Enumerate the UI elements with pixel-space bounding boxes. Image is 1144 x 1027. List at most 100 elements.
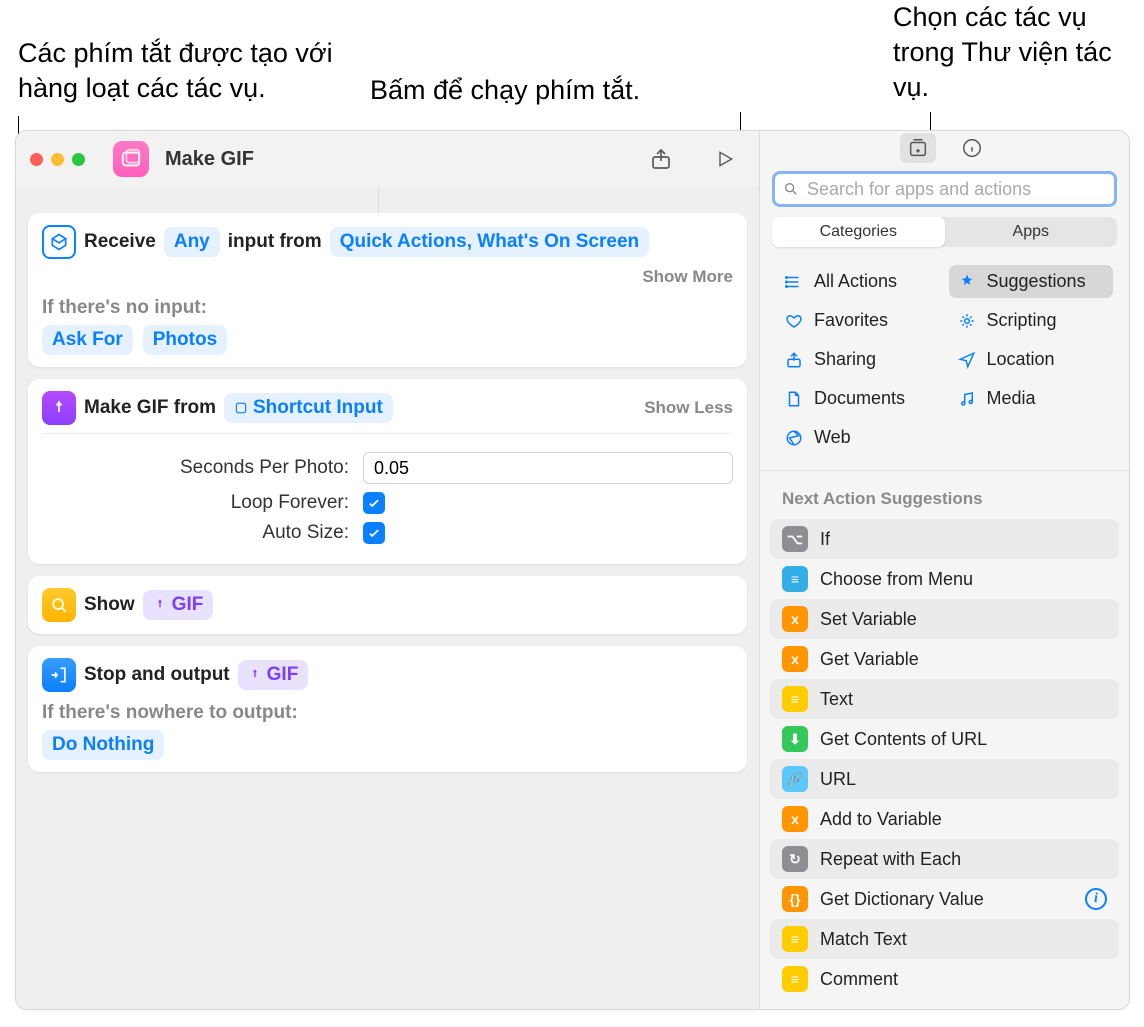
var-text: GIF — [267, 664, 299, 686]
cat-media[interactable]: Media — [949, 382, 1114, 415]
do-nothing-pill[interactable]: Do Nothing — [42, 730, 164, 760]
suggestion-icon: ⌥ — [782, 526, 808, 552]
suggestion-icon: ≡ — [782, 566, 808, 592]
titlebar: Make GIF — [16, 131, 759, 187]
callout-left: Các phím tắt được tạo với hàng loạt các … — [18, 36, 378, 106]
seconds-label: Seconds Per Photo: — [149, 457, 349, 479]
loop-label: Loop Forever: — [149, 492, 349, 514]
suggestion-label: Get Contents of URL — [820, 729, 987, 750]
cat-location[interactable]: Location — [949, 343, 1114, 376]
cat-scripting[interactable]: Scripting — [949, 304, 1114, 337]
ask-for-pill[interactable]: Ask For — [42, 325, 133, 355]
cat-favorites[interactable]: Favorites — [776, 304, 941, 337]
autosize-label: Auto Size: — [149, 522, 349, 544]
library-toggle-button[interactable] — [900, 133, 936, 163]
output-icon — [42, 658, 76, 692]
suggestion-icon: x — [782, 606, 808, 632]
autosize-checkbox[interactable] — [363, 522, 385, 544]
show-less-button[interactable]: Show Less — [644, 398, 733, 418]
suggestion-item[interactable]: 🔗URL — [770, 759, 1119, 799]
receive-input-action[interactable]: Receive Any input from Quick Actions, Wh… — [28, 213, 747, 367]
suggestion-item[interactable]: ≡ Text — [770, 679, 1119, 719]
share-button[interactable] — [641, 146, 681, 172]
zoom-window-button[interactable] — [72, 153, 85, 166]
shortcut-input-pill[interactable]: Shortcut Input — [224, 393, 393, 423]
cat-suggestions[interactable]: Suggestions — [949, 265, 1114, 298]
makegif-label: Make GIF from — [84, 397, 216, 419]
suggestions-list: ⌥ If ≡ Choose from Menu x Set Variable xGet Va… — [760, 519, 1129, 1009]
cat-all-actions[interactable]: All Actions — [776, 265, 941, 298]
gif-icon — [42, 391, 76, 425]
var-text: GIF — [172, 594, 204, 616]
shortcut-title: Make GIF — [165, 148, 254, 171]
suggestion-label: Match Text — [820, 929, 907, 950]
category-grid: All Actions Suggestions Favorites Script… — [760, 257, 1129, 470]
no-input-label: If there's no input: — [42, 297, 733, 319]
library-toolbar — [760, 131, 1129, 165]
minimize-window-button[interactable] — [51, 153, 64, 166]
app-window: Make GIF Receive Any input f — [15, 130, 1130, 1010]
quicklook-icon — [42, 588, 76, 622]
suggestion-icon: ⬇ — [782, 726, 808, 752]
suggestions-title: Next Action Suggestions — [760, 471, 1129, 519]
show-more-button[interactable]: Show More — [642, 267, 733, 287]
suggestion-label: Choose from Menu — [820, 569, 973, 590]
suggestion-item[interactable]: ≡ Match Text — [770, 919, 1119, 959]
suggestion-label: Add to Variable — [820, 809, 942, 830]
suggestion-icon: ≡ — [782, 926, 808, 952]
editor-pane: Make GIF Receive Any input f — [16, 131, 760, 1009]
suggestion-label: Comment — [820, 969, 898, 990]
loop-checkbox[interactable] — [363, 492, 385, 514]
close-window-button[interactable] — [30, 153, 43, 166]
suggestion-label: Get Dictionary Value — [820, 889, 984, 910]
suggestion-item[interactable]: ⌥ If — [770, 519, 1119, 559]
input-icon — [42, 225, 76, 259]
callout-right: Chọn các tác vụ trong Thư viện tác vụ. — [893, 0, 1143, 105]
suggestion-item[interactable]: xGet Variable — [770, 639, 1119, 679]
search-icon — [783, 181, 799, 197]
receive-mid: input from — [228, 231, 322, 253]
suggestion-icon: x — [782, 806, 808, 832]
suggestion-icon: ≡ — [782, 966, 808, 992]
suggestion-item[interactable]: ≡ Choose from Menu — [770, 559, 1119, 599]
nowhere-label: If there's nowhere to output: — [42, 702, 733, 724]
gif-var-pill-2[interactable]: GIF — [238, 660, 309, 690]
info-toggle-button[interactable] — [954, 133, 990, 163]
suggestion-icon: {} — [782, 886, 808, 912]
suggestion-item[interactable]: ≡ Comment — [770, 959, 1119, 999]
suggestion-item[interactable]: x Set Variable — [770, 599, 1119, 639]
suggestion-icon: 🔗 — [782, 766, 808, 792]
show-label: Show — [84, 594, 135, 616]
suggestion-label: If — [820, 529, 830, 550]
gif-var-pill-1[interactable]: GIF — [143, 590, 214, 620]
tab-categories[interactable]: Categories — [772, 217, 945, 247]
suggestion-label: Set Variable — [820, 609, 917, 630]
suggestion-item[interactable]: {} Get Dictionary Value i — [770, 879, 1119, 919]
search-input[interactable] — [807, 179, 1106, 200]
cat-documents[interactable]: Documents — [776, 382, 941, 415]
run-button[interactable] — [705, 147, 745, 171]
search-field[interactable] — [772, 171, 1117, 207]
stop-output-action[interactable]: Stop and output GIF If there's nowhere t… — [28, 646, 747, 772]
info-icon[interactable]: i — [1085, 888, 1107, 910]
library-tabs: Categories Apps — [772, 217, 1117, 247]
suggestion-label: Text — [820, 689, 853, 710]
stop-label: Stop and output — [84, 664, 230, 686]
suggestion-icon: ≡ — [782, 686, 808, 712]
suggestion-item[interactable]: x Add to Variable — [770, 799, 1119, 839]
input-source-pill[interactable]: Quick Actions, What's On Screen — [330, 227, 649, 257]
seconds-input[interactable] — [363, 452, 733, 484]
window-controls — [30, 153, 85, 166]
suggestion-label: Repeat with Each — [820, 849, 961, 870]
photos-pill[interactable]: Photos — [143, 325, 227, 355]
suggestion-item[interactable]: ⬇ Get Contents of URL — [770, 719, 1119, 759]
suggestion-item[interactable]: ↻Repeat with Each — [770, 839, 1119, 879]
show-result-action[interactable]: Show GIF — [28, 576, 747, 634]
library-pane: Categories Apps All Actions Suggestions … — [760, 131, 1129, 1009]
cat-sharing[interactable]: Sharing — [776, 343, 941, 376]
input-type-pill[interactable]: Any — [164, 227, 220, 257]
make-gif-action[interactable]: Make GIF from Shortcut Input Show Less S… — [28, 379, 747, 564]
callout-center: Bấm để chạy phím tắt. — [370, 73, 690, 108]
cat-web[interactable]: Web — [776, 421, 941, 454]
tab-apps[interactable]: Apps — [945, 217, 1118, 247]
